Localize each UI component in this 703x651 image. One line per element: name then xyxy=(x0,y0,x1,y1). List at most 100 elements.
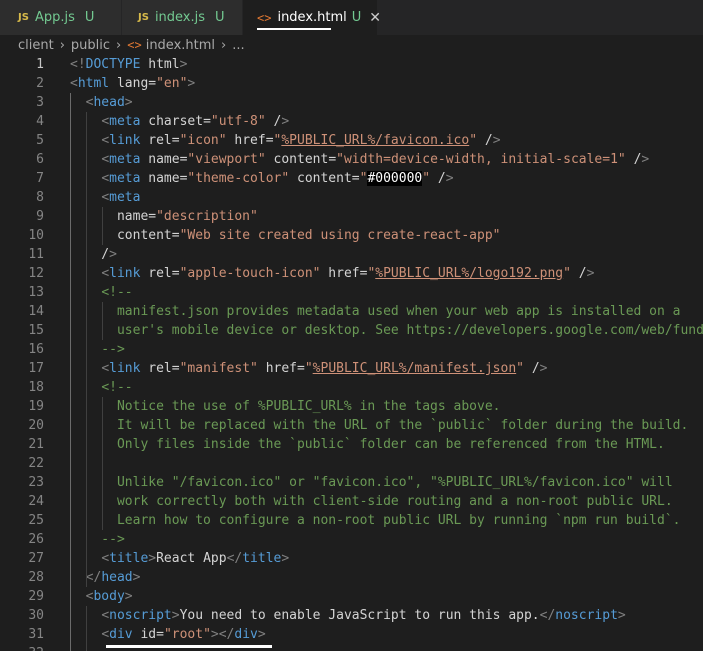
code-line[interactable]: 17 <link rel="manifest" href="%PUBLIC_UR… xyxy=(0,359,703,378)
line-number: 17 xyxy=(28,361,44,376)
code-text: Unlike "/favicon.ico" or "favicon.ico", … xyxy=(70,475,673,490)
tab-index-js[interactable]: JS index.js U xyxy=(122,0,243,35)
code-text: manifest.json provides metadata used whe… xyxy=(70,304,681,319)
code-line[interactable]: 22 xyxy=(0,454,703,473)
code-text: work correctly both with client-side rou… xyxy=(70,494,673,509)
indent-guide xyxy=(102,397,103,530)
code-text: Only files inside the `public` folder ca… xyxy=(70,437,665,452)
line-number: 24 xyxy=(28,494,44,509)
line-number: 5 xyxy=(36,133,44,148)
code-line[interactable]: 1 <!DOCTYPE html> xyxy=(0,55,703,74)
html-file-icon: <> xyxy=(127,38,142,52)
line-number: 18 xyxy=(28,380,44,395)
tab-bar: JS App.js U JS index.js U <> index.html … xyxy=(0,0,703,35)
indent-guide xyxy=(70,93,71,651)
code-line[interactable]: 10 content="Web site created using creat… xyxy=(0,226,703,245)
code-line[interactable]: 20 It will be replaced with the URL of t… xyxy=(0,416,703,435)
code-line[interactable]: 5 <link rel="icon" href="%PUBLIC_URL%/fa… xyxy=(0,131,703,150)
horizontal-scrollbar[interactable] xyxy=(106,645,272,648)
code-text: Notice the use of %PUBLIC_URL% in the ta… xyxy=(70,399,501,414)
code-line[interactable]: 3 <head> xyxy=(0,93,703,112)
line-number: 10 xyxy=(28,228,44,243)
code-line[interactable]: 11 /> xyxy=(0,245,703,264)
code-line[interactable]: 15 user's mobile device or desktop. See … xyxy=(0,321,703,340)
code-line[interactable]: 6 <meta name="viewport" content="width=d… xyxy=(0,150,703,169)
code-text: <link rel="manifest" href="%PUBLIC_URL%/… xyxy=(101,361,548,376)
breadcrumb-item-client[interactable]: client xyxy=(18,38,54,53)
code-line[interactable]: 9 name="description" xyxy=(0,207,703,226)
code-editor[interactable]: 1 <!DOCTYPE html> 2 <html lang="en"> 3 <head… xyxy=(0,55,703,651)
code-line[interactable]: 28 </head> xyxy=(0,568,703,587)
code-line[interactable]: 8 <meta xyxy=(0,188,703,207)
tab-label: index.js xyxy=(154,10,206,25)
code-line[interactable]: 19 Notice the use of %PUBLIC_URL% in the… xyxy=(0,397,703,416)
code-text: <head> xyxy=(85,95,133,110)
code-line[interactable]: 4 <meta charset="utf-8" /> xyxy=(0,112,703,131)
line-number: 14 xyxy=(28,304,44,319)
code-line[interactable]: 29 <body> xyxy=(0,587,703,606)
code-text: <body> xyxy=(85,589,133,604)
line-number: 15 xyxy=(28,323,44,338)
code-text: user's mobile device or desktop. See htt… xyxy=(116,323,703,338)
untracked-badge: U xyxy=(351,10,362,25)
untracked-badge: U xyxy=(215,10,225,25)
line-number: 12 xyxy=(28,266,44,281)
line-number: 6 xyxy=(36,152,44,167)
javascript-file-icon: JS xyxy=(18,12,29,23)
code-text: <link rel="apple-touch-icon" href="%PUBL… xyxy=(101,266,595,281)
code-text: <meta charset="utf-8" /> xyxy=(101,114,290,129)
code-text: <meta name="theme-color" content="#00000… xyxy=(101,171,454,186)
line-number: 3 xyxy=(36,95,44,110)
active-tab-indicator xyxy=(257,28,331,30)
code-line[interactable]: 21 Only files inside the `public` folder… xyxy=(0,435,703,454)
code-text: Learn how to configure a non-root public… xyxy=(70,513,681,528)
tab-index-html[interactable]: <> index.html U ✕ xyxy=(243,0,381,35)
line-number: 21 xyxy=(28,437,44,452)
code-line[interactable]: 31 <div id="root"></div> xyxy=(0,625,703,644)
code-text: content="Web site created using create-r… xyxy=(70,228,501,243)
line-number: 2 xyxy=(36,76,44,91)
code-line[interactable]: 24 work correctly both with client-side … xyxy=(0,492,703,511)
code-line[interactable]: 12 <link rel="apple-touch-icon" href="%P… xyxy=(0,264,703,283)
html-file-icon: <> xyxy=(257,10,272,25)
line-number: 23 xyxy=(28,475,44,490)
code-text: </head> xyxy=(85,570,141,585)
code-text: /> xyxy=(70,247,117,262)
code-line[interactable]: 30 <noscript>You need to enable JavaScri… xyxy=(0,606,703,625)
chevron-right-icon: › xyxy=(116,37,122,53)
line-number: 30 xyxy=(28,608,44,623)
code-text: name="description" xyxy=(70,209,258,224)
code-line[interactable]: 26 --> xyxy=(0,530,703,549)
breadcrumb-item-symbols[interactable]: ... xyxy=(232,38,244,53)
code-line[interactable]: 23 Unlike "/favicon.ico" or "favicon.ico… xyxy=(0,473,703,492)
code-line[interactable]: 16 --> xyxy=(0,340,703,359)
line-number: 26 xyxy=(28,532,44,547)
code-text: <noscript>You need to enable JavaScript … xyxy=(101,608,626,623)
code-line[interactable]: 14 manifest.json provides metadata used … xyxy=(0,302,703,321)
line-number: 27 xyxy=(28,551,44,566)
tab-app-js[interactable]: JS App.js U xyxy=(0,0,122,35)
breadcrumb: client › public › <> index.html › ... xyxy=(0,35,703,55)
code-line[interactable]: 25 Learn how to configure a non-root pub… xyxy=(0,511,703,530)
line-number: 32 xyxy=(0,644,44,651)
line-number: 29 xyxy=(28,589,44,604)
code-text: <!DOCTYPE html> xyxy=(70,57,188,72)
line-number: 9 xyxy=(36,209,44,224)
line-number: 11 xyxy=(28,247,44,262)
code-line[interactable]: 7 <meta name="theme-color" content="#000… xyxy=(0,169,703,188)
code-text: <html lang="en"> xyxy=(70,76,196,91)
close-icon[interactable]: ✕ xyxy=(369,10,381,26)
breadcrumb-item-file[interactable]: index.html xyxy=(146,38,215,53)
line-number: 31 xyxy=(28,627,44,642)
untracked-badge: U xyxy=(84,10,95,25)
code-line[interactable]: 2 <html lang="en"> xyxy=(0,74,703,93)
javascript-file-icon: JS xyxy=(138,12,149,23)
line-number: 25 xyxy=(28,513,44,528)
line-number: 19 xyxy=(28,399,44,414)
code-text: --> xyxy=(70,532,125,547)
code-line[interactable]: 27 <title>React App</title> xyxy=(0,549,703,568)
code-line[interactable]: 18 <!-- xyxy=(0,378,703,397)
code-line[interactable]: 13 <!-- xyxy=(0,283,703,302)
breadcrumb-item-public[interactable]: public xyxy=(71,38,110,53)
code-text: <title>React App</title> xyxy=(101,551,290,566)
